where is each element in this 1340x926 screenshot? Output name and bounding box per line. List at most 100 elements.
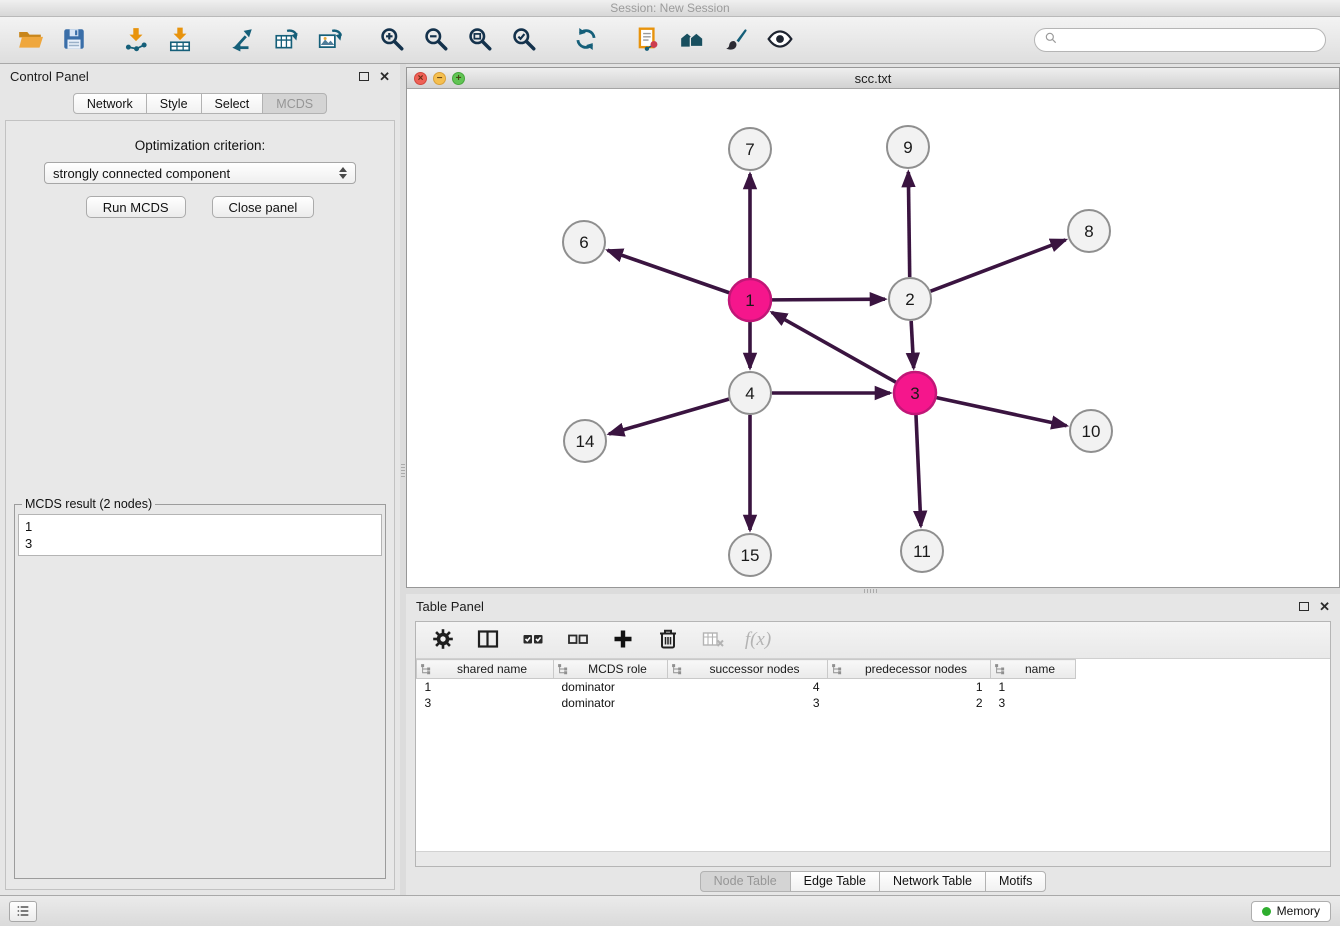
import-table-button[interactable] [164,24,196,56]
toolbar-group [14,24,90,56]
network-window-titlebar[interactable]: scc.txt [407,68,1339,89]
sort-icon [994,663,1006,678]
network-table-button[interactable] [270,24,302,56]
show-graphics-details-button[interactable] [764,24,796,56]
function-builder-button: f(x) [744,626,772,654]
column-header-successor-nodes[interactable]: successor nodes [668,660,828,679]
zoom-in-button[interactable] [376,24,408,56]
graph-node-11[interactable]: 11 [901,530,943,572]
graph-node-14[interactable]: 14 [564,420,606,462]
edge-3-10[interactable] [937,398,1067,426]
edge-3-1[interactable] [772,312,896,382]
network-graph: 7 9 6 8 1 2 4 3 14 10 15 11 [407,89,1339,587]
table-tab-network-table[interactable]: Network Table [879,871,986,892]
save-session-button[interactable] [58,24,90,56]
edge-3-11[interactable] [916,415,921,526]
graph-node-6[interactable]: 6 [563,221,605,263]
edge-2-3[interactable] [911,321,914,368]
graph-node-7[interactable]: 7 [729,128,771,170]
table-panel-title: Table Panel [416,599,484,614]
graph-node-1[interactable]: 1 [729,279,771,321]
window-titlebar[interactable]: Session: New Session [0,0,1340,17]
window-close-icon[interactable] [414,72,427,85]
column-header-name[interactable]: name [991,660,1076,679]
graph-node-4[interactable]: 4 [729,372,771,414]
network-canvas[interactable]: 7 9 6 8 1 2 4 3 14 10 15 11 [407,89,1339,587]
graph-node-15[interactable]: 15 [729,534,771,576]
table-close-icon[interactable] [1319,602,1330,612]
refresh-layout-button[interactable] [570,24,602,56]
window-zoom-icon[interactable] [452,72,465,85]
close-panel-icon[interactable] [379,72,390,82]
table-hscrollbar[interactable] [416,851,1330,866]
run-mcds-button[interactable]: Run MCDS [86,196,186,218]
vertical-splitter[interactable] [400,64,406,895]
column-header-mcds-role[interactable]: MCDS role [554,660,668,679]
graph-node-8[interactable]: 8 [1068,210,1110,252]
edge-2-9[interactable] [908,172,909,277]
toolbar-groups [14,24,826,56]
edge-1-6[interactable] [608,250,730,292]
import-network-button[interactable] [120,24,152,56]
select-all-rows-button[interactable] [519,626,547,654]
gear-icon [431,627,455,654]
graph-node-2[interactable]: 2 [889,278,931,320]
table-settings-button[interactable] [429,626,457,654]
column-header-shared-name[interactable]: shared name [417,660,554,679]
control-panel-title: Control Panel [10,69,89,84]
memory-button[interactable]: Memory [1251,901,1331,922]
graph-node-10[interactable]: 10 [1070,410,1112,452]
export-image-button[interactable] [314,24,346,56]
status-bar: Memory [0,895,1340,926]
import-network-icon [123,26,149,55]
control-tab-style[interactable]: Style [146,93,202,114]
search-box[interactable] [1034,28,1326,52]
new-network-button[interactable] [226,24,258,56]
floppy-icon [61,26,87,55]
table-float-icon[interactable] [1299,602,1309,611]
homes-icon [679,26,705,55]
table-tab-motifs[interactable]: Motifs [985,871,1046,892]
task-history-button[interactable] [9,901,37,922]
table-row[interactable]: 1dominator411 [417,679,1076,695]
table-cell: 3 [991,695,1076,711]
mcds-result-list[interactable]: 13 [18,514,382,556]
horizontal-splitter[interactable] [406,588,1340,594]
home-view-button[interactable] [676,24,708,56]
edge-4-14[interactable] [609,399,729,434]
graph-node-3[interactable]: 3 [894,372,936,414]
zoom-fit-button[interactable] [464,24,496,56]
deselect-all-rows-button[interactable] [564,626,592,654]
open-recent-file-button[interactable] [632,24,664,56]
table-row[interactable]: 3dominator323 [417,695,1076,711]
criterion-dropdown[interactable]: strongly connected component [44,162,356,184]
control-tab-select[interactable]: Select [201,93,264,114]
zoom-selected-button[interactable] [508,24,540,56]
open-file-button[interactable] [14,24,46,56]
graph-node-9[interactable]: 9 [887,126,929,168]
close-panel-button[interactable]: Close panel [212,196,315,218]
add-column-button[interactable] [609,626,637,654]
zoom-selected-icon [511,26,537,55]
table-panel-inner: f(x) shared nameMCDS rolesuccessor nodes… [415,621,1331,867]
toolbar-group [632,24,796,56]
edge-1-2[interactable] [772,299,885,300]
zoom-out-button[interactable] [420,24,452,56]
table-tab-node-table[interactable]: Node Table [700,871,791,892]
style-brush-button[interactable] [720,24,752,56]
search-input[interactable] [1063,33,1316,47]
toggle-panel-button[interactable] [474,626,502,654]
window-minimize-icon[interactable] [433,72,446,85]
toolbar-group [376,24,540,56]
edge-2-8[interactable] [931,240,1066,291]
toolbar-group [120,24,196,56]
zoom-fit-icon [467,26,493,55]
delete-column-button[interactable] [654,626,682,654]
float-panel-icon[interactable] [359,72,369,81]
delete-table-button [699,626,727,654]
control-tab-network[interactable]: Network [73,93,147,114]
table-tabs: Node TableEdge TableNetwork TableMotifs [406,867,1340,895]
table-tab-edge-table[interactable]: Edge Table [790,871,880,892]
control-tab-mcds[interactable]: MCDS [262,93,327,114]
column-header-predecessor-nodes[interactable]: predecessor nodes [828,660,991,679]
